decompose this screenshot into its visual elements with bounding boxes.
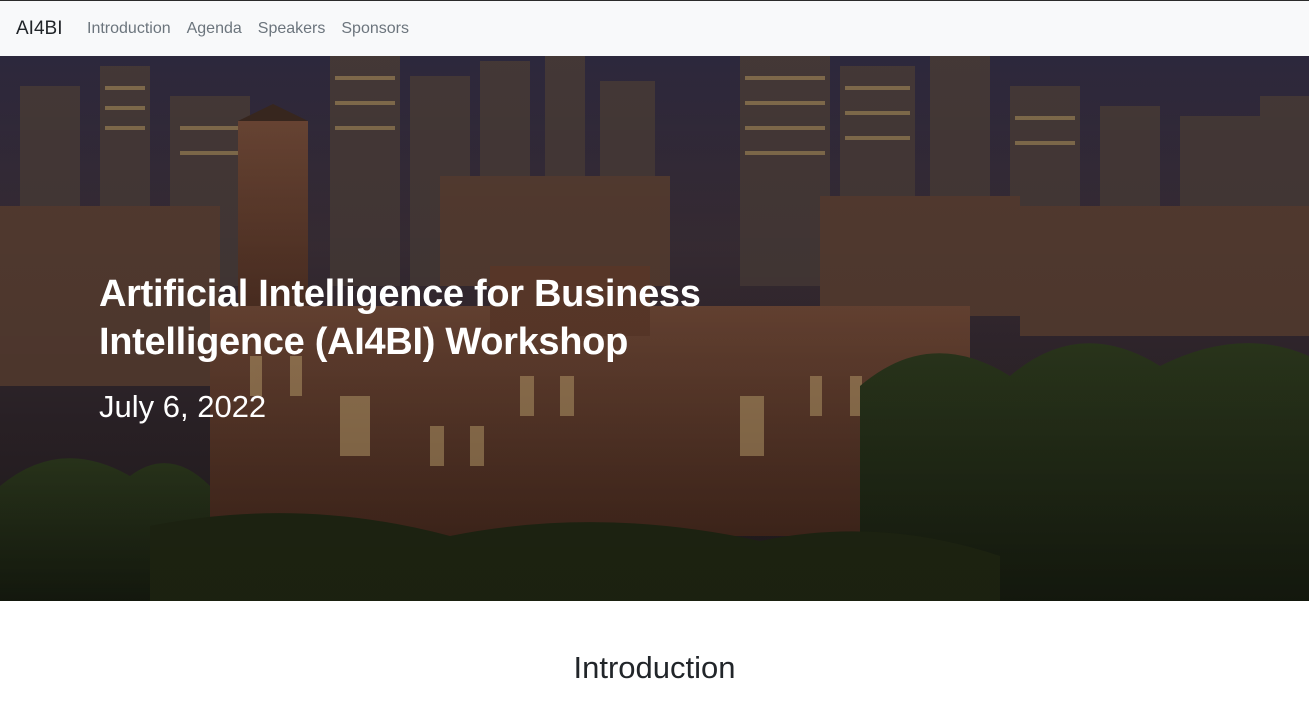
nav-link-sponsors[interactable]: Sponsors (341, 19, 409, 39)
nav-links: Introduction Agenda Speakers Sponsors (87, 19, 409, 39)
hero-date: July 6, 2022 (99, 389, 267, 424)
nav-link-speakers[interactable]: Speakers (258, 19, 326, 39)
nav-link-introduction[interactable]: Introduction (87, 19, 171, 39)
brand-link[interactable]: AI4BI (16, 17, 62, 41)
hero-banner: Artificial Intelligence for Business Int… (0, 56, 1309, 601)
top-navbar: AI4BI Introduction Agenda Speakers Spons… (0, 0, 1309, 56)
hero-title: Artificial Intelligence for Business Int… (99, 273, 701, 363)
introduction-heading: Introduction (573, 650, 736, 685)
nav-link-agenda[interactable]: Agenda (187, 19, 242, 39)
